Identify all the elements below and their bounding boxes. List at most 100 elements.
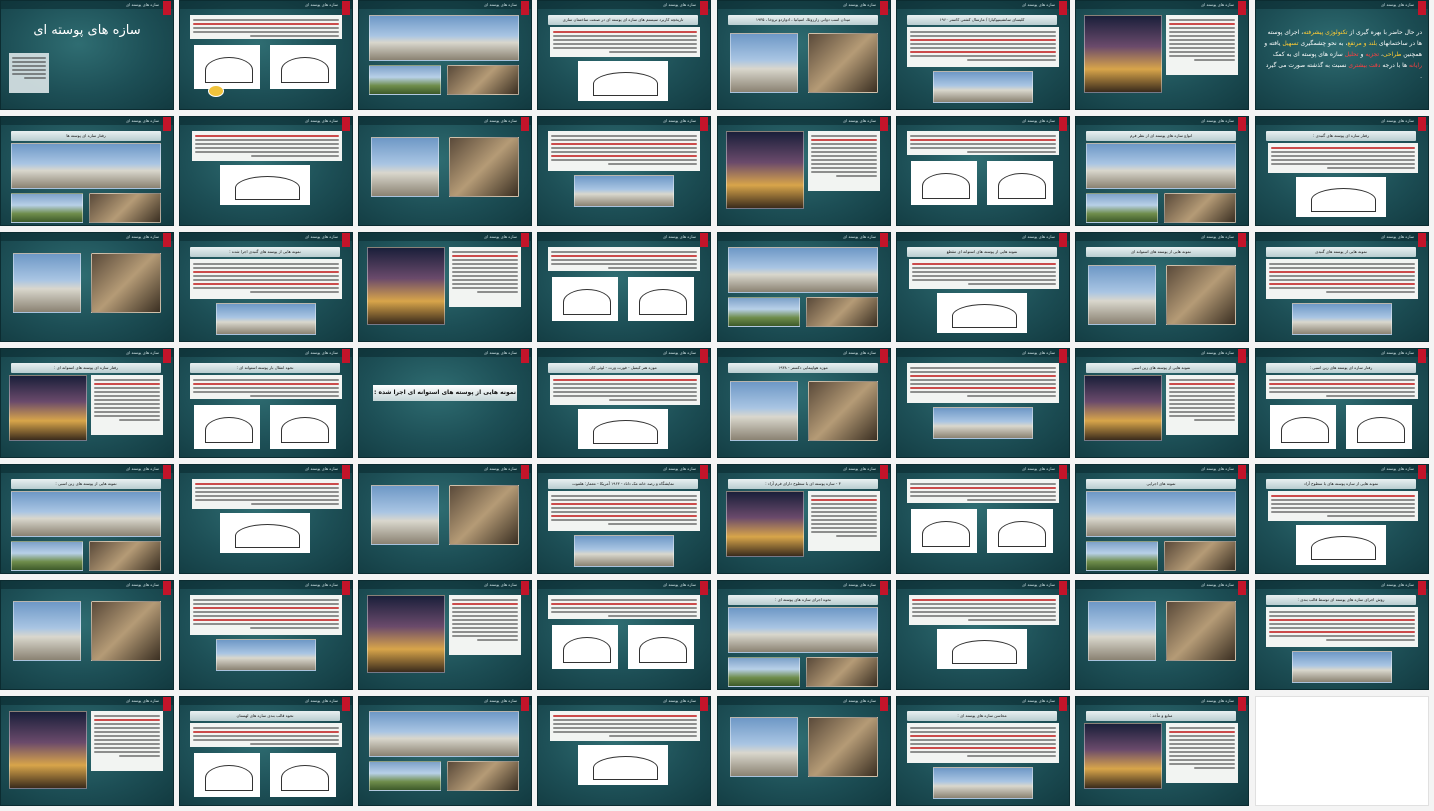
slide-thumbnail-20[interactable]: سازه های پوسته ای xyxy=(537,232,711,342)
slide-thumbnail-40[interactable]: سازه های پوسته ای نمونه هایی از سازه پوست… xyxy=(1255,464,1429,574)
slide-photo xyxy=(1292,303,1392,335)
slide-thumbnail-2[interactable]: سازه های پوسته ای xyxy=(179,0,353,110)
slide-drawing xyxy=(1296,525,1386,565)
slide-thumbnail-19[interactable]: سازه های پوسته ای xyxy=(358,232,532,342)
slide-thumbnail-47[interactable]: سازه های پوسته ای xyxy=(1075,580,1249,690)
text-line xyxy=(912,611,1056,613)
intro-segment: رایانه xyxy=(1409,62,1422,69)
slide-thumbnail-50[interactable]: سازه های پوسته ای نحوه قالب بندی سازه های… xyxy=(179,696,353,806)
slide-thumbnail-52[interactable]: سازه های پوسته ای xyxy=(537,696,711,806)
slide-thumbnail-45[interactable]: سازه های پوسته ای نحوه اجرای سازه های پوس… xyxy=(717,580,891,690)
slide-thumbnail-15[interactable]: سازه های پوسته ای انواع سازه های پوسته ای… xyxy=(1075,116,1249,226)
slide-thumbnail-11[interactable]: سازه های پوسته ای xyxy=(358,116,532,226)
slide-thumbnail-32[interactable]: سازه های پوسته ای رفتار سازه ای پوسته های… xyxy=(1255,348,1429,458)
slide-header-bar: سازه های پوسته ای xyxy=(718,1,890,9)
slide-thumbnail-34[interactable]: سازه های پوسته ای xyxy=(179,464,353,574)
slide-thumbnail-30[interactable]: سازه های پوسته ای xyxy=(896,348,1070,458)
slide-header-bar: سازه های پوسته ای xyxy=(538,349,710,357)
slide-thumbnail-3[interactable]: سازه های پوسته ای xyxy=(358,0,532,110)
slide-header-bar: سازه های پوسته ای xyxy=(538,233,710,241)
slide-thumbnail-14[interactable]: سازه های پوسته ای xyxy=(896,116,1070,226)
text-line xyxy=(912,275,1056,277)
slide-thumbnail-54[interactable]: سازه های پوسته ای محاسن سازه های پوسته ای… xyxy=(896,696,1070,806)
slide-thumbnail-31[interactable]: سازه های پوسته ای نمونه هایی از پوسته های… xyxy=(1075,348,1249,458)
text-line xyxy=(608,523,697,525)
text-line xyxy=(94,415,160,417)
slide-thumbnail-21[interactable]: سازه های پوسته ای xyxy=(717,232,891,342)
slide-thumbnail-49[interactable]: سازه های پوسته ای xyxy=(0,696,174,806)
slide-thumbnail-5[interactable]: سازه های پوسته ای میدان اسب دوانی زارزوئل… xyxy=(717,0,891,110)
drawing-stroke xyxy=(592,72,658,96)
slide-thumbnail-8[interactable]: سازه های پوسته ای در حال حاضر با بهره گیر… xyxy=(1255,0,1429,110)
red-corner-tab xyxy=(163,117,171,131)
slide-text-block xyxy=(550,27,700,57)
slide-thumbnail-36[interactable]: سازه های پوسته ای نمایشگاه و رصد خانه مک … xyxy=(537,464,711,574)
red-corner-tab xyxy=(1059,697,1067,711)
slide-thumbnail-26[interactable]: سازه های پوسته ای نحوه انتقال بار پوسته ا… xyxy=(179,348,353,458)
slide-thumbnail-23[interactable]: سازه های پوسته ای نمونه هایی از پوسته های… xyxy=(1075,232,1249,342)
text-line xyxy=(94,715,160,717)
slide-thumbnail-9[interactable]: سازه های پوسته ای رفتار سازه ای پوسته ها xyxy=(0,116,174,226)
slide-thumbnail-41[interactable]: سازه های پوسته ای xyxy=(0,580,174,690)
slide-thumbnail-24[interactable]: سازه های پوسته ای نمونه هایی از پوسته های… xyxy=(1255,232,1429,342)
slide-thumbnail-51[interactable]: سازه های پوسته ای xyxy=(358,696,532,806)
slide-thumbnail-25[interactable]: سازه های پوسته ای رفتار سازه ای پوسته های… xyxy=(0,348,174,458)
slide-thumbnail-35[interactable]: سازه های پوسته ای xyxy=(358,464,532,574)
slide-thumbnail-17[interactable]: سازه های پوسته ای xyxy=(0,232,174,342)
slide-thumbnail-12[interactable]: سازه های پوسته ای xyxy=(537,116,711,226)
slide-header-bar: سازه های پوسته ای xyxy=(1076,349,1248,357)
slide-thumbnail-7[interactable]: سازه های پوسته ای xyxy=(1075,0,1249,110)
slide-header-bar: سازه های پوسته ای xyxy=(1256,233,1428,241)
intro-segment: بلند و مرتفع xyxy=(1347,40,1378,47)
slide-thumbnail-6[interactable]: سازه های پوسته ای کلیسای سانشینیوکیارا / … xyxy=(896,0,1070,110)
text-line xyxy=(811,495,877,497)
slide-text-block xyxy=(1268,143,1418,173)
text-line xyxy=(94,379,160,381)
slide-thumbnail-27[interactable]: سازه های پوسته ای نمونه هایی از پوسته های… xyxy=(358,348,532,458)
slide-thumbnail-10[interactable]: سازه های پوسته ای xyxy=(179,116,353,226)
slide-thumbnail-37[interactable]: سازه های پوسته ای ۳ - سازه پوسته ای با سط… xyxy=(717,464,891,574)
slide-title: انواع سازه های پوسته ای از نظر فرم xyxy=(1086,131,1236,141)
slide-thumbnail-18[interactable]: سازه های پوسته ای نمونه هایی از پوسته های… xyxy=(179,232,353,342)
slide-thumbnail-46[interactable]: سازه های پوسته ای xyxy=(896,580,1070,690)
slide-thumbnail-29[interactable]: سازه های پوسته ای موزه هواپیمایی دکستر - … xyxy=(717,348,891,458)
slide-thumbnail-39[interactable]: سازه های پوسته ای نمونه های اجرایی xyxy=(1075,464,1249,574)
slide-header-bar: سازه های پوسته ای xyxy=(180,117,352,125)
slide-thumbnail-22[interactable]: سازه های پوسته ای نمونه هایی از پوسته های… xyxy=(896,232,1070,342)
text-line xyxy=(910,43,1056,45)
text-line xyxy=(553,727,697,729)
slide-thumbnail-33[interactable]: سازه های پوسته ای نمونه هایی از پوسته های… xyxy=(0,464,174,574)
slide-photo xyxy=(91,601,161,661)
slide-photo xyxy=(367,247,445,325)
slide-header-text: سازه های پوسته ای xyxy=(1381,350,1414,355)
slide-thumbnail-1[interactable]: سازه های پوسته ای سازه های پوسته ای xyxy=(0,0,174,110)
text-line xyxy=(452,263,518,265)
slide-thumbnail-42[interactable]: سازه های پوسته ای xyxy=(179,580,353,690)
slide-thumbnail-53[interactable]: سازه های پوسته ای xyxy=(717,696,891,806)
slide-header-text: سازه های پوسته ای xyxy=(843,234,876,239)
text-line xyxy=(94,723,160,725)
slide-thumbnail-4[interactable]: سازه های پوسته ای تاریخچه کاربرد سیستم ها… xyxy=(537,0,711,110)
text-line xyxy=(193,615,339,617)
text-line xyxy=(910,39,1056,41)
slide-drawing xyxy=(1296,177,1386,217)
text-line xyxy=(12,57,46,59)
slide-text-block xyxy=(1166,723,1238,783)
slide-thumbnail-43[interactable]: سازه های پوسته ای xyxy=(358,580,532,690)
text-line xyxy=(912,599,1056,601)
slide-thumbnail-13[interactable]: سازه های پوسته ای xyxy=(717,116,891,226)
text-line xyxy=(553,47,697,49)
text-line xyxy=(452,607,518,609)
slide-thumbnail-28[interactable]: سازه های پوسته ای موزه هنر کیمبل - فورت و… xyxy=(537,348,711,458)
slide-photo xyxy=(728,657,800,687)
text-line xyxy=(551,143,697,145)
slide-thumbnail-44[interactable]: سازه های پوسته ای xyxy=(537,580,711,690)
text-line xyxy=(193,607,339,609)
slide-thumbnail-48[interactable]: سازه های پوسته ای روش اجرای سازه های پوست… xyxy=(1255,580,1429,690)
slide-thumbnail-16[interactable]: سازه های پوسته ای رفتار سازه ای پوسته های… xyxy=(1255,116,1429,226)
text-line xyxy=(1269,391,1415,393)
text-line xyxy=(1169,35,1235,37)
slide-thumbnail-38[interactable]: سازه های پوسته ای xyxy=(896,464,1070,574)
slide-thumbnail-55[interactable]: سازه های پوسته ای منابع و مآخذ : xyxy=(1075,696,1249,806)
text-line xyxy=(1269,387,1415,389)
